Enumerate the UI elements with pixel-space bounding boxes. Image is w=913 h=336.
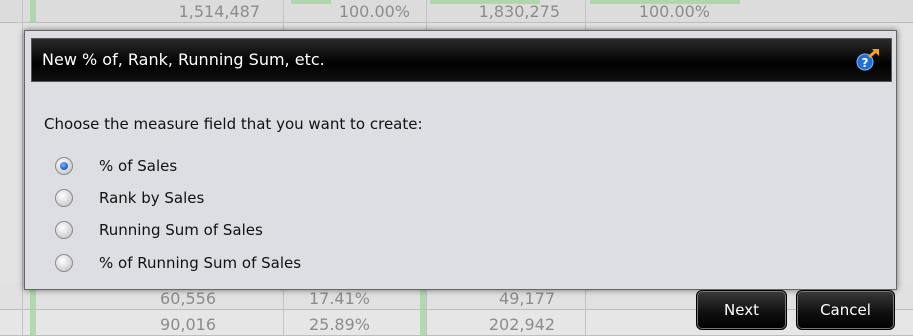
option-label: % of Sales: [99, 157, 178, 175]
next-button[interactable]: Next: [696, 290, 787, 330]
column-divider: [22, 0, 23, 335]
table-cell: 1,514,487: [178, 2, 260, 21]
table-cell: 49,177: [499, 289, 555, 308]
option-label: Rank by Sales: [99, 189, 205, 207]
table-cell: 60,556: [160, 289, 216, 308]
dialog-title: New % of, Rank, Running Sum, etc.: [42, 50, 325, 69]
option-label: % of Running Sum of Sales: [99, 254, 302, 272]
cancel-button[interactable]: Cancel: [796, 290, 895, 330]
radio-button[interactable]: [55, 254, 73, 272]
table-cell: 90,016: [160, 315, 216, 334]
option-percent-of-sales[interactable]: % of Sales: [55, 154, 177, 178]
dialog-prompt: Choose the measure field that you want t…: [44, 115, 423, 133]
table-cell: 100.00%: [638, 2, 710, 21]
option-rank-by-sales[interactable]: Rank by Sales: [55, 186, 204, 210]
data-bar: [30, 283, 36, 335]
table-cell: 1,830,275: [478, 2, 560, 21]
table-cell: 100.00%: [338, 2, 410, 21]
table-cell: 202,942: [488, 315, 555, 334]
option-percent-of-running-sum[interactable]: % of Running Sum of Sales: [55, 251, 301, 275]
option-label: Running Sum of Sales: [99, 221, 263, 239]
radio-button[interactable]: [55, 221, 73, 239]
table-cell: 17.41%: [308, 289, 370, 308]
data-bar: [30, 0, 36, 22]
measure-field-dialog: New % of, Rank, Running Sum, etc. ? Choo…: [24, 30, 897, 290]
radio-button[interactable]: [55, 189, 73, 207]
dialog-titlebar[interactable]: New % of, Rank, Running Sum, etc. ?: [31, 38, 892, 82]
svg-text:?: ?: [862, 56, 869, 70]
radio-button-selected[interactable]: [55, 157, 73, 175]
option-running-sum-of-sales[interactable]: Running Sum of Sales: [55, 218, 263, 242]
table-cell: 25.89%: [308, 315, 370, 334]
help-question-icon[interactable]: ?: [855, 48, 881, 72]
